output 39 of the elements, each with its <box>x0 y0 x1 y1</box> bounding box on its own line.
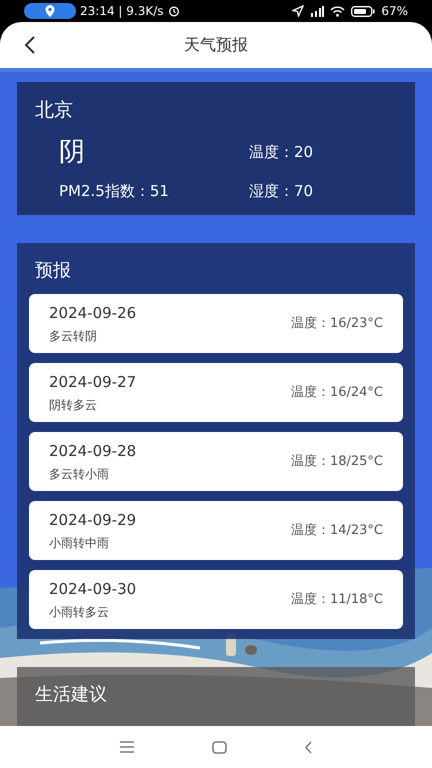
battery-percent: 67% <box>381 3 408 20</box>
back-icon <box>24 36 36 54</box>
page-title: 天气预报 <box>184 34 248 56</box>
forecast-item[interactable]: 2024-09-30 小雨转多云 温度：11/18°C <box>29 570 403 629</box>
back-icon[interactable] <box>304 740 314 754</box>
forecast-temperature: 温度：16/24°C <box>290 384 383 402</box>
advice-title: 生活建议 <box>35 683 108 707</box>
city-name: 北京 <box>35 98 74 123</box>
forecast-date: 2024-09-28 <box>49 440 136 462</box>
forecast-title: 预报 <box>34 259 72 283</box>
forecast-item[interactable]: 2024-09-28 多云转小雨 温度：18/25°C <box>29 432 403 491</box>
status-time: 23:14 | 9.3K/s <box>80 3 164 20</box>
forecast-temperature: 温度：18/25°C <box>290 452 383 471</box>
forecast-item[interactable]: 2024-09-29 小雨转中雨 温度：14/23°C <box>29 501 403 560</box>
home-icon[interactable] <box>212 740 227 754</box>
forecast-item[interactable]: 2024-09-27 阴转多云 温度：16/24°C <box>29 363 403 422</box>
forecast-weather: 阴转多云 <box>49 397 98 414</box>
forecast-temperature: 温度：11/18°C <box>290 590 383 609</box>
signal-icon <box>310 6 324 16</box>
forecast-date: 2024-09-30 <box>49 578 136 600</box>
temperature-text: 温度：20 <box>249 142 314 163</box>
wifi-icon <box>330 6 346 16</box>
weather-condition: 阴 <box>59 136 86 168</box>
forecast-date: 2024-09-26 <box>49 302 136 324</box>
forecast-temperature: 温度：14/23°C <box>290 522 383 540</box>
alarm-icon <box>168 5 180 17</box>
battery-icon <box>351 6 376 16</box>
navigation-icon <box>292 5 304 17</box>
forecast-weather: 多云转小雨 <box>49 466 110 484</box>
forecast-weather: 小雨转多云 <box>49 604 110 622</box>
forecast-weather: 多云转阴 <box>49 328 98 346</box>
forecast-date: 2024-09-27 <box>49 372 136 393</box>
pm25-text: PM2.5指数：51 <box>59 180 170 202</box>
forecast-date: 2024-09-29 <box>49 510 136 531</box>
forecast-item[interactable]: 2024-09-26 多云转阴 温度：16/23°C <box>29 294 403 353</box>
menu-icon[interactable] <box>118 741 135 753</box>
humidity-text: 湿度：70 <box>249 180 314 202</box>
forecast-temperature: 温度：16/23°C <box>290 314 383 333</box>
forecast-weather: 小雨转中雨 <box>49 535 110 552</box>
